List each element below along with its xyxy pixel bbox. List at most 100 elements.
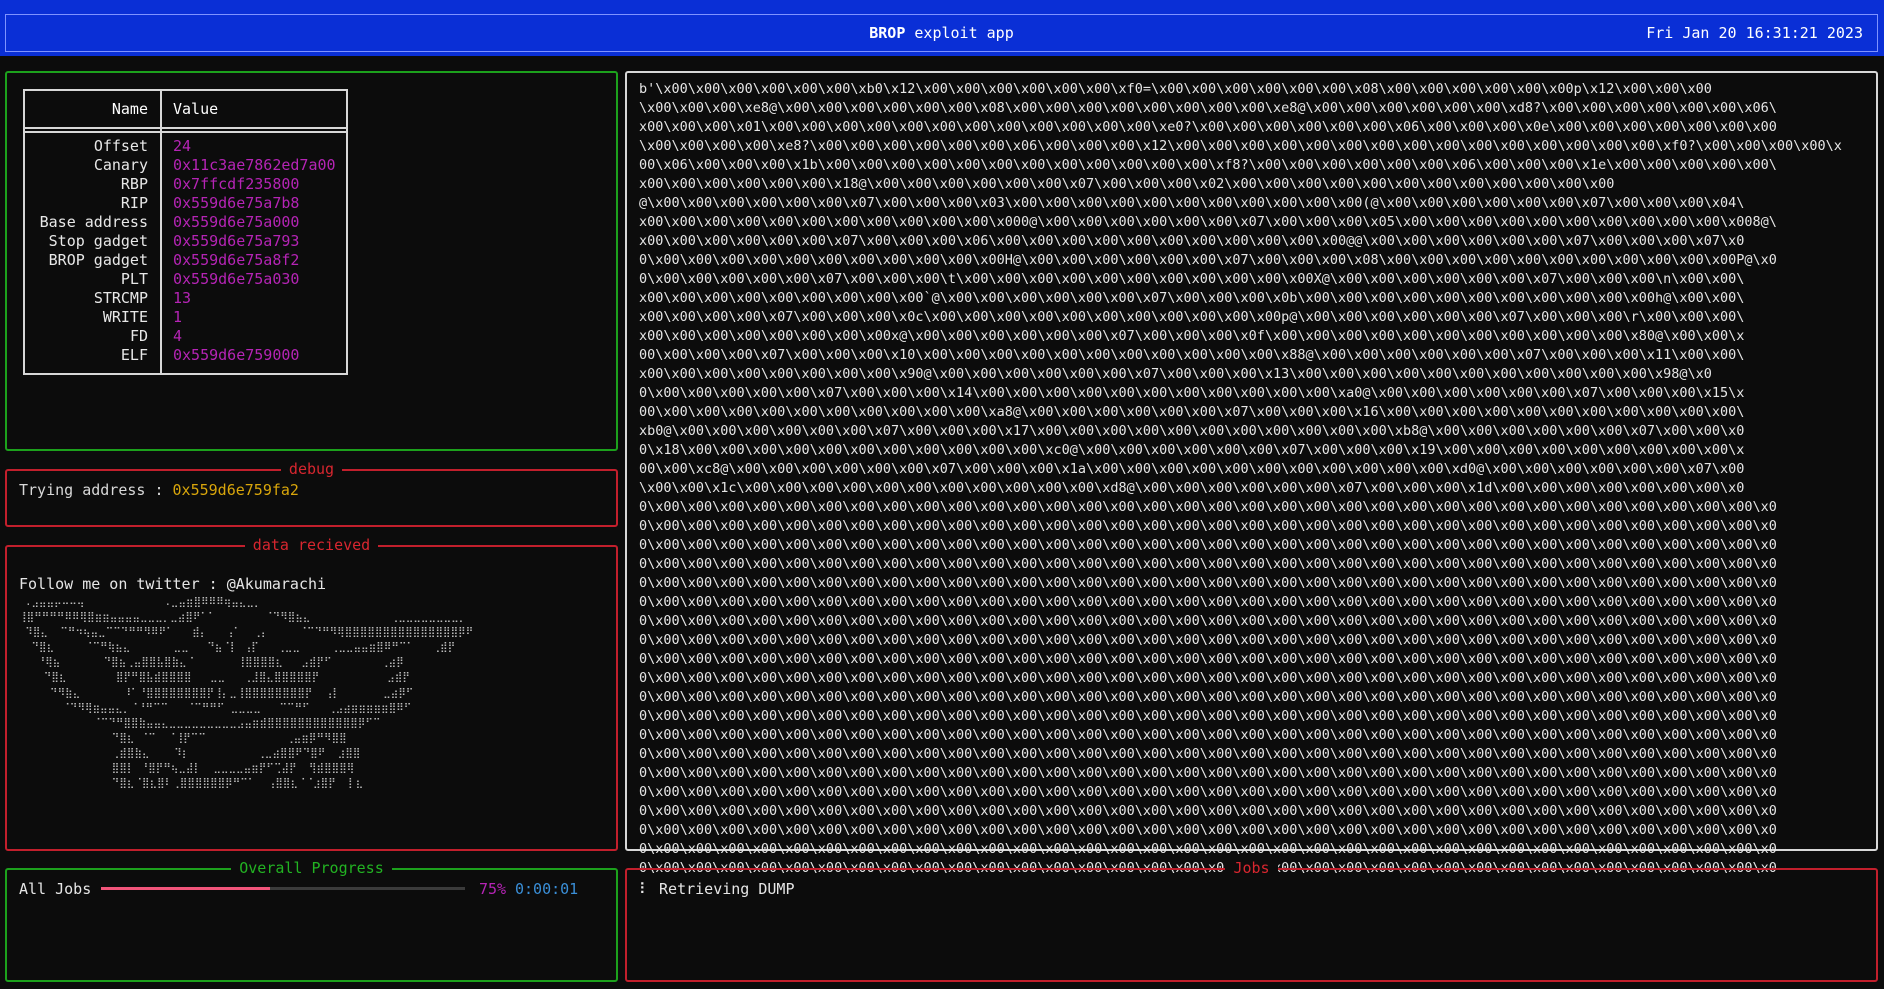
row-name: Stop gadget <box>48 232 148 250</box>
dump-line: 00\x06\x00\x00\x00\x1b\x00\x00\x00\x00\x… <box>639 157 1777 173</box>
progress-bar <box>101 887 465 890</box>
row-name: Base address <box>39 213 148 231</box>
dump-line: \x00\x00\x00\xe8@\x00\x00\x00\x00\x00\x0… <box>639 100 1777 116</box>
app-name-suffix: exploit app <box>905 24 1014 42</box>
row-value: 24 <box>173 137 192 155</box>
dump-line: 0\x00\x00\x00\x00\x00\x00\x00\x00\x00\x0… <box>639 803 1777 819</box>
dump-line: x00\x00\x00\x00\x00\x00\x00\x00\x90@\x00… <box>639 366 1712 382</box>
dump-line: x00\x00\x00\x00\x00\x00\x00\x00\x00`@\x0… <box>639 290 1745 306</box>
row-value: 13 <box>173 289 192 307</box>
table-row: ELF 0x559d6e759000 <box>25 346 346 365</box>
jobs-panel: Jobs ⠇ Retrieving DUMP <box>625 859 1878 982</box>
progress-label: All Jobs <box>19 880 92 898</box>
progress-percent: 75% <box>479 880 507 898</box>
overall-progress-title: Overall Progress <box>7 859 616 877</box>
table-row: FD 4 <box>25 327 346 346</box>
data-received-panel: data recieved Follow me on twitter : @Ak… <box>5 536 618 851</box>
row-name: WRITE <box>102 308 148 326</box>
row-value: 1 <box>173 308 183 326</box>
table-row: PLT 0x559d6e75a030 <box>25 270 346 289</box>
dump-line: 0\x00\x00\x00\x00\x00\x00\x00\x00\x00\x0… <box>639 556 1777 572</box>
app-name: BROP <box>869 24 906 42</box>
debug-title-text: debug <box>280 460 343 478</box>
dump-line: 0\x00\x00\x00\x00\x00\x00\x00\x00\x00\x0… <box>639 689 1777 705</box>
progress-bar-fill <box>101 887 271 890</box>
dump-line: 0\x00\x00\x00\x00\x00\x00\x00\x00\x00\x0… <box>639 746 1777 762</box>
dump-line: 0\x00\x00\x00\x00\x00\x00\x00\x00\x00\x0… <box>639 613 1777 629</box>
dump-line: 0\x00\x00\x00\x00\x00\x00\x00\x00\x00\x0… <box>639 670 1777 686</box>
dump-line: 00\x00\x00\x00\x00\x00\x00\x00\x00\x00\x… <box>639 404 1745 420</box>
dump-line: 0\x00\x00\x00\x00\x00\x00\x00\x00\x00\x0… <box>639 727 1777 743</box>
table-row: Canary 0x11c3ae7862ed7a00 <box>25 156 346 175</box>
ascii-art-logo: .⣠⣤⣤⡤⠤⠤⢤ .⣀⣤⣶⣿⠿⠿⠿⢶⣤⣄⣀⡀ ⢸⣿⠛⠛⠛⠛⠿⠿⢿⣿⣶⣶⣤⣤⣤⣤⣀… <box>19 596 474 790</box>
row-value: 0x559d6e75a793 <box>173 232 300 250</box>
row-value: 0x559d6e75a7b8 <box>173 194 300 212</box>
row-value: 0x559d6e75a030 <box>173 270 300 288</box>
debug-label: Trying address : <box>19 481 173 499</box>
debug-line: Trying address : 0x559d6e759fa2 <box>19 481 299 499</box>
dump-line: 00\x00\xc8@\x00\x00\x00\x00\x00\x00\x07\… <box>639 461 1745 477</box>
dump-line: 0\x00\x00\x00\x00\x00\x00\x00\x00\x00\x0… <box>639 708 1777 724</box>
overall-progress-title-text: Overall Progress <box>231 859 392 877</box>
row-name: Canary <box>93 156 148 174</box>
dump-line: 00\x00\x00\x00\x07\x00\x00\x00\x10\x00\x… <box>639 347 1745 363</box>
table-header-value: Value <box>173 100 219 118</box>
title-bar-frame: BROP exploit app Fri Jan 20 16:31:21 202… <box>5 14 1878 52</box>
debug-panel: debug Trying address : 0x559d6e759fa2 <box>5 460 618 527</box>
twitter-line: Follow me on twitter : @Akumarachi <box>19 575 327 593</box>
memory-dump-panel: b'\x00\x00\x00\x00\x00\x00\xb0\x12\x00\x… <box>625 71 1878 876</box>
row-name: RBP <box>120 175 148 193</box>
dump-line: x00\x00\x00\x00\x00\x00\x18@\x00\x00\x00… <box>639 176 1615 192</box>
row-value: 0x7ffcdf235800 <box>173 175 300 193</box>
dump-line: 0\x00\x00\x00\x00\x00\x00\x00\x00\x00\x0… <box>639 632 1777 648</box>
debug-address: 0x559d6e759fa2 <box>172 481 299 499</box>
dump-line: b'\x00\x00\x00\x00\x00\x00\xb0\x12\x00\x… <box>639 81 1712 97</box>
clock: Fri Jan 20 16:31:21 2023 <box>1646 24 1863 42</box>
dump-line: 0\x00\x00\x00\x00\x00\x00\x00\x00\x00\x0… <box>639 252 1777 268</box>
overall-progress-panel: Overall Progress All Jobs 75% 0:00:01 <box>5 859 618 982</box>
row-value: 0x559d6e75a8f2 <box>173 251 300 269</box>
table-row: Base address 0x559d6e75a000 <box>25 213 346 232</box>
dump-line: 0\x00\x00\x00\x00\x00\x00\x00\x00\x00\x0… <box>639 575 1777 591</box>
dump-line: 0\x00\x00\x00\x00\x00\x00\x00\x00\x00\x0… <box>639 537 1777 553</box>
table-header-divider <box>25 127 346 129</box>
app-title: BROP exploit app <box>6 24 1877 42</box>
table-row: Stop gadget 0x559d6e75a793 <box>25 232 346 251</box>
table-row: RIP 0x559d6e75a7b8 <box>25 194 346 213</box>
row-value: 0x559d6e759000 <box>173 346 300 364</box>
info-panel: Name Value Offset 24 Canary 0x11c3ae7862ed7… <box>5 71 618 451</box>
dump-line: 0\x18\x00\x00\x00\x00\x00\x00\x00\x00\x0… <box>639 442 1745 458</box>
jobs-title-text: Jobs <box>1225 859 1278 877</box>
dump-line: 0\x00\x00\x00\x00\x00\x00\x00\x00\x00\x0… <box>639 594 1777 610</box>
dump-line: 0\x00\x00\x00\x00\x00\x00\x00\x00\x00\x0… <box>639 499 1777 515</box>
dump-line: x00\x00\x00\x00\x07\x00\x00\x00\x0c\x00\… <box>639 309 1745 325</box>
dump-line: 0\x00\x00\x00\x00\x00\x00\x00\x00\x00\x0… <box>639 518 1777 534</box>
dump-line: 0\x00\x00\x00\x00\x00\x00\x00\x00\x00\x0… <box>639 765 1777 781</box>
row-name: STRCMP <box>93 289 148 307</box>
job-label: Retrieving DUMP <box>659 880 795 898</box>
jobs-title: Jobs <box>627 859 1876 877</box>
table-header-name: Name <box>111 100 148 118</box>
dump-line: 0\x00\x00\x00\x00\x00\x00\x00\x00\x00\x0… <box>639 841 1777 857</box>
dump-line: 0\x00\x00\x00\x00\x00\x07\x00\x00\x00\x1… <box>639 385 1745 401</box>
table-row: WRITE 1 <box>25 308 346 327</box>
table-row: RBP 0x7ffcdf235800 <box>25 175 346 194</box>
table-body: Offset 24 Canary 0x11c3ae7862ed7a00 RBP 0x7ff… <box>25 137 346 365</box>
title-bar: BROP exploit app Fri Jan 20 16:31:21 202… <box>0 0 1884 56</box>
dump-line: x00\x00\x00\x00\x00\x00\x07\x00\x00\x00\… <box>639 233 1745 249</box>
table-row: STRCMP 13 <box>25 289 346 308</box>
table-row: BROP gadget 0x559d6e75a8f2 <box>25 251 346 270</box>
dump-line: x00\x00\x00\x00\x00\x00\x00\x00x@\x00\x0… <box>639 328 1745 344</box>
row-name: BROP gadget <box>48 251 148 269</box>
dump-line: 0\x00\x00\x00\x00\x00\x00\x00\x00\x00\x0… <box>639 784 1777 800</box>
row-name: ELF <box>120 346 148 364</box>
table-row: Offset 24 <box>25 137 346 156</box>
row-name: RIP <box>120 194 148 212</box>
row-value: 0x11c3ae7862ed7a00 <box>173 156 336 174</box>
table-header-divider-inner <box>25 131 346 133</box>
job-item: ⠇ Retrieving DUMP <box>639 880 795 898</box>
dump-line: 0\x00\x00\x00\x00\x00\x00\x00\x00\x00\x0… <box>639 822 1777 838</box>
spinner-icon: ⠇ <box>639 880 650 898</box>
row-name: FD <box>129 327 148 345</box>
dump-line: x00\x00\x00\x00\x00\x00\x00\x00\x00\x00\… <box>639 214 1777 230</box>
